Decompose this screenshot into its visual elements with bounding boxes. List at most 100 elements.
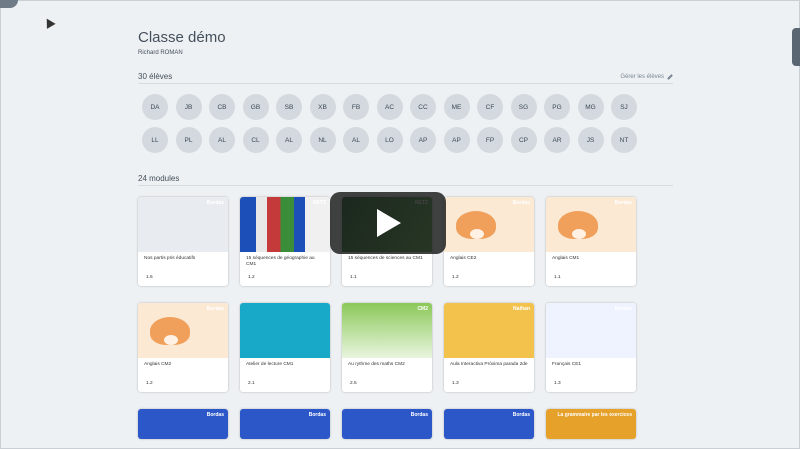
publisher-logo: La grammaire par les exercices: [557, 412, 633, 418]
module-thumbnail: Nathan: [444, 303, 534, 358]
student-avatar[interactable]: SG: [510, 94, 537, 120]
side-panel-tab[interactable]: [792, 28, 800, 66]
module-card[interactable]: Bordas: [444, 409, 534, 439]
student-avatar[interactable]: NT: [611, 127, 637, 153]
module-thumbnail: Bordas: [240, 409, 330, 439]
module-title: 15 séquences de géographie au CM1: [246, 256, 315, 267]
student-avatar[interactable]: MG: [577, 94, 604, 120]
module-version: 1.2: [452, 275, 459, 280]
pencil-icon: [667, 73, 673, 80]
student-avatar[interactable]: LO: [376, 127, 403, 153]
module-card[interactable]: Bordas Anglais CM2 1.2: [138, 303, 228, 392]
module-thumbnail: Bordas: [342, 409, 432, 439]
module-card[interactable]: La grammaire par les exercices: [546, 409, 636, 439]
student-avatar[interactable]: CC: [410, 94, 436, 120]
module-thumbnail: [240, 303, 330, 358]
publisher-logo: Bordas: [206, 412, 224, 418]
modules-count: 24 modules: [138, 174, 180, 183]
publisher-logo: RETZ: [312, 200, 326, 206]
module-card[interactable]: Atelier de lecture CM1 2.1: [240, 303, 330, 392]
module-version: 1.2: [248, 275, 255, 280]
play-icon: [377, 209, 401, 237]
module-title: Français CE1: [552, 362, 582, 367]
student-avatar[interactable]: JB: [175, 94, 202, 120]
module-card[interactable]: CM2 Au rythme des maths CM2 2.5: [342, 303, 432, 392]
teacher-name: Richard ROMAN: [138, 50, 183, 56]
page-title: Classe démo: [138, 29, 226, 46]
module-thumbnail: La grammaire par les exercices: [546, 409, 636, 439]
module-version: 1.1: [350, 275, 357, 280]
module-card[interactable]: Bordas: [240, 409, 330, 439]
student-avatar[interactable]: AP: [410, 127, 436, 153]
module-card[interactable]: Bordas Français CE1 1.3: [546, 303, 636, 392]
student-avatar[interactable]: NL: [309, 127, 336, 153]
students-count: 30 élèves: [138, 72, 173, 81]
video-play-button[interactable]: [330, 192, 446, 254]
student-avatar[interactable]: FP: [477, 127, 503, 153]
fox-face: [164, 335, 178, 345]
module-title: Anglais CM1: [552, 256, 580, 261]
manage-students-label: Gérer les élèves: [620, 73, 664, 80]
student-avatar[interactable]: PL: [175, 127, 202, 153]
student-avatar[interactable]: LL: [142, 127, 168, 153]
publisher-logo: Bordas: [614, 306, 632, 312]
fox-face: [572, 229, 586, 239]
module-card[interactable]: Bordas Nos partis pris éducatifs 1.6: [138, 197, 228, 286]
module-card[interactable]: Bordas Anglais CM1 1.1: [546, 197, 636, 286]
publisher-logo: Bordas: [512, 412, 530, 418]
manage-students-link[interactable]: Gérer les élèves: [620, 74, 673, 80]
student-avatar[interactable]: SB: [276, 94, 302, 120]
module-title: Anglais CM2: [144, 362, 172, 367]
student-avatar[interactable]: JS: [577, 127, 604, 153]
module-title: Aula Interactiva Próxima parada 2de: [450, 362, 528, 367]
module-card[interactable]: Bordas: [342, 409, 432, 439]
module-title: Au rythme des maths CM2: [348, 362, 405, 367]
module-title: Atelier de lecture CM1: [246, 362, 294, 367]
publisher-logo: CM2: [417, 306, 428, 312]
student-avatar[interactable]: ME: [443, 94, 470, 120]
module-card[interactable]: Nathan Aula Interactiva Próxima parada 2d…: [444, 303, 534, 392]
students-header: 30 élèves Gérer les élèves: [138, 70, 673, 84]
publisher-logo: Nathan: [513, 306, 530, 312]
module-version: 1.3: [452, 381, 459, 386]
publisher-logo: Bordas: [308, 412, 326, 418]
publisher-logo: Bordas: [512, 200, 530, 206]
student-avatar[interactable]: CL: [242, 127, 269, 153]
publisher-logo: Bordas: [614, 200, 632, 206]
module-thumbnail: Bordas: [444, 409, 534, 439]
module-thumbnail: Bordas: [546, 303, 636, 358]
publisher-logo: Bordas: [206, 200, 224, 206]
module-version: 2.1: [248, 381, 255, 386]
student-avatar[interactable]: AR: [544, 127, 570, 153]
fox-face: [470, 229, 484, 239]
module-version: 1.3: [554, 381, 561, 386]
modules-header: 24 modules: [138, 172, 673, 186]
student-avatar[interactable]: CB: [209, 94, 235, 120]
publisher-logo: Bordas: [206, 306, 224, 312]
student-avatar[interactable]: AL: [209, 127, 235, 153]
module-thumbnail: RETZ: [240, 197, 330, 252]
student-avatar[interactable]: AP: [443, 127, 470, 153]
student-avatar[interactable]: PG: [544, 94, 570, 120]
student-avatar[interactable]: GB: [242, 94, 269, 120]
student-avatar[interactable]: DA: [142, 94, 168, 120]
module-card[interactable]: Bordas Anglais CE2 1.2: [444, 197, 534, 286]
publisher-logo: Bordas: [410, 412, 428, 418]
module-card[interactable]: RETZ 15 séquences de géographie au CM1 1.2: [240, 197, 330, 286]
student-avatar[interactable]: AL: [276, 127, 302, 153]
student-avatar[interactable]: XB: [309, 94, 336, 120]
student-avatar[interactable]: CF: [477, 94, 503, 120]
module-version: 1.1: [554, 275, 561, 280]
student-avatar[interactable]: CP: [510, 127, 537, 153]
module-card[interactable]: Bordas: [138, 409, 228, 439]
module-thumbnail: Bordas: [444, 197, 534, 252]
module-title: 15 séquences de sciences au CM1: [348, 256, 423, 261]
module-thumbnail: Bordas: [138, 197, 228, 252]
student-avatar[interactable]: AL: [343, 127, 369, 153]
module-version: 1.2: [146, 381, 153, 386]
module-thumbnail: Bordas: [138, 303, 228, 358]
module-thumbnail: CM2: [342, 303, 432, 358]
student-avatar[interactable]: AC: [376, 94, 403, 120]
student-avatar[interactable]: FB: [343, 94, 369, 120]
student-avatar[interactable]: SJ: [611, 94, 637, 120]
